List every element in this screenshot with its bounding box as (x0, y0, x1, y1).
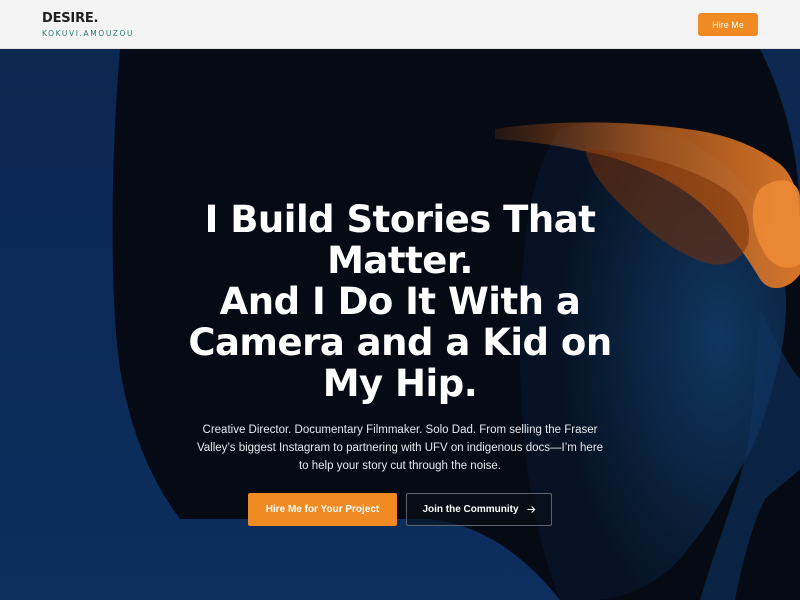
headline-line: Camera and a Kid on (188, 321, 612, 364)
hero-description: Creative Director. Documentary Filmmaker… (196, 424, 604, 472)
headline-line: Matter. (327, 239, 473, 282)
hero-section: I Build Stories That Matter. And I Do It… (0, 49, 800, 600)
hire-me-button[interactable]: Hire Me (698, 13, 758, 36)
arrow-right-icon (526, 506, 535, 513)
hire-me-project-button[interactable]: Hire Me for Your Project (248, 493, 397, 526)
headline-line: And I Do It With a (219, 280, 581, 323)
brand-logo[interactable]: DESIRE. KOKUVI.AMOUZOU (42, 11, 134, 38)
brand-subtitle: KOKUVI.AMOUZOU (42, 29, 135, 38)
join-community-label: Join the Community (422, 504, 519, 515)
join-community-button[interactable]: Join the Community (406, 493, 552, 526)
headline-line: I Build Stories That (204, 198, 596, 241)
hero-headline: I Build Stories That Matter. And I Do It… (150, 199, 650, 404)
site-header: DESIRE. KOKUVI.AMOUZOU Hire Me (0, 0, 800, 49)
headline-line: My Hip. (322, 362, 478, 405)
brand-name: DESIRE. (42, 11, 99, 26)
